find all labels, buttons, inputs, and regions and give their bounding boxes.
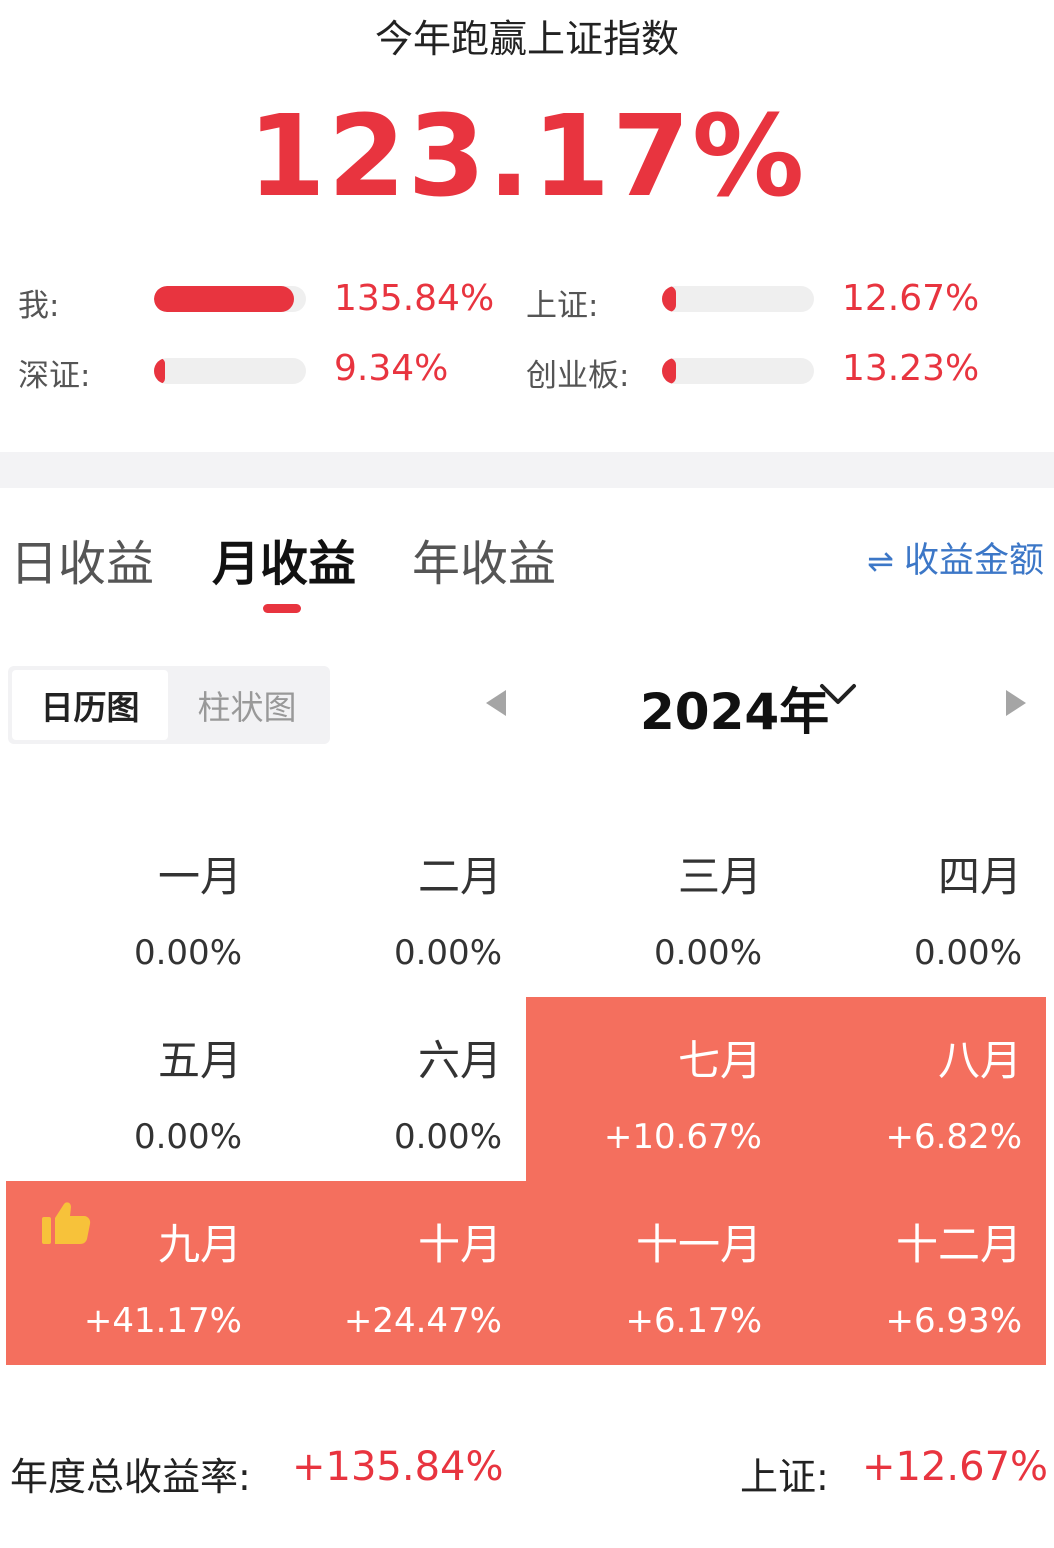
year-selector[interactable]: 2024年: [640, 672, 829, 744]
comparison-bar-szse: [154, 358, 306, 384]
month-name: 六月: [417, 1036, 502, 1085]
month-cell-apr[interactable]: 四月 0.00%: [786, 813, 1046, 997]
comparison-value-chinext: 13.23%: [842, 348, 980, 389]
comparison-bar-chinext: [662, 358, 814, 384]
month-name: 七月: [677, 1036, 762, 1085]
month-return: 0.00%: [653, 933, 762, 973]
month-name: 九月: [157, 1220, 242, 1269]
active-tab-indicator: [263, 604, 301, 613]
tab-monthly[interactable]: 月收益: [212, 524, 356, 594]
month-cell-jan[interactable]: 一月 0.00%: [6, 813, 266, 997]
tab-daily[interactable]: 日收益: [10, 524, 154, 594]
comparison-label-chinext: 创业板:: [526, 358, 630, 394]
month-cell-aug[interactable]: 八月 +6.82%: [786, 997, 1046, 1181]
month-return: 0.00%: [133, 1117, 242, 1157]
calendar-view-button[interactable]: 日历图: [12, 670, 168, 740]
month-return: +24.47%: [343, 1301, 502, 1341]
comparison-value-sse: 12.67%: [842, 278, 980, 319]
month-return: +41.17%: [83, 1301, 242, 1341]
comparison-bar-fill: [154, 286, 294, 312]
month-return: +6.93%: [885, 1301, 1023, 1341]
month-cell-feb[interactable]: 二月 0.00%: [266, 813, 526, 997]
annual-return-value: +135.84%: [292, 1444, 504, 1490]
comparison-bar-sse: [662, 286, 814, 312]
outperform-value: 123.17%: [247, 92, 807, 222]
month-name: 一月: [157, 852, 242, 901]
month-cell-oct[interactable]: 十月 +24.47%: [266, 1181, 526, 1365]
swap-arrows-icon: ⇌: [867, 542, 894, 580]
month-name: 四月: [937, 852, 1022, 901]
month-return: 0.00%: [913, 933, 1022, 973]
tab-yearly[interactable]: 年收益: [412, 524, 556, 594]
index-return-label: 上证:: [740, 1455, 829, 1499]
month-return: +6.17%: [625, 1301, 763, 1341]
thumbs-up-icon: [42, 1202, 91, 1244]
month-cell-nov[interactable]: 十一月 +6.17%: [526, 1181, 786, 1365]
month-name: 十月: [417, 1220, 502, 1269]
comparison-label-szse: 深证:: [18, 358, 91, 394]
comparison-bar-fill: [662, 286, 676, 312]
index-return-value: +12.67%: [862, 1444, 1049, 1490]
month-return: 0.00%: [393, 933, 502, 973]
month-name: 五月: [157, 1036, 242, 1085]
comparison-label-me: 我:: [18, 288, 60, 324]
month-name: 十二月: [895, 1220, 1022, 1269]
prev-year-icon[interactable]: [486, 690, 506, 716]
bar-view-button[interactable]: 柱状图: [168, 670, 326, 740]
month-return: 0.00%: [133, 933, 242, 973]
next-year-icon[interactable]: [1006, 690, 1026, 716]
page-title: 今年跑赢上证指数: [374, 17, 679, 61]
month-name: 三月: [677, 852, 762, 901]
month-name: 二月: [417, 852, 502, 901]
comparison-bar-me: [154, 286, 306, 312]
section-divider: [0, 452, 1054, 488]
comparison-bar-fill: [154, 358, 165, 384]
month-cell-jun[interactable]: 六月 0.00%: [266, 997, 526, 1181]
month-cell-may[interactable]: 五月 0.00%: [6, 997, 266, 1181]
month-cell-mar[interactable]: 三月 0.00%: [526, 813, 786, 997]
month-return: +10.67%: [603, 1117, 762, 1157]
month-return: +6.82%: [885, 1117, 1023, 1157]
chevron-down-icon[interactable]: [818, 680, 858, 708]
comparison-label-sse: 上证:: [526, 288, 599, 324]
month-cell-dec[interactable]: 十二月 +6.93%: [786, 1181, 1046, 1365]
comparison-value-szse: 9.34%: [334, 348, 449, 389]
comparison-value-me: 135.84%: [334, 278, 495, 319]
amount-toggle-label: 收益金额: [903, 541, 1044, 581]
annual-return-label: 年度总收益率:: [10, 1455, 251, 1499]
month-cell-jul[interactable]: 七月 +10.67%: [526, 997, 786, 1181]
comparison-bar-fill: [662, 358, 676, 384]
month-return: 0.00%: [393, 1117, 502, 1157]
month-name: 十一月: [635, 1220, 762, 1269]
amount-toggle-button[interactable]: ⇌ 收益金额: [867, 532, 1044, 583]
month-name: 八月: [937, 1036, 1022, 1085]
